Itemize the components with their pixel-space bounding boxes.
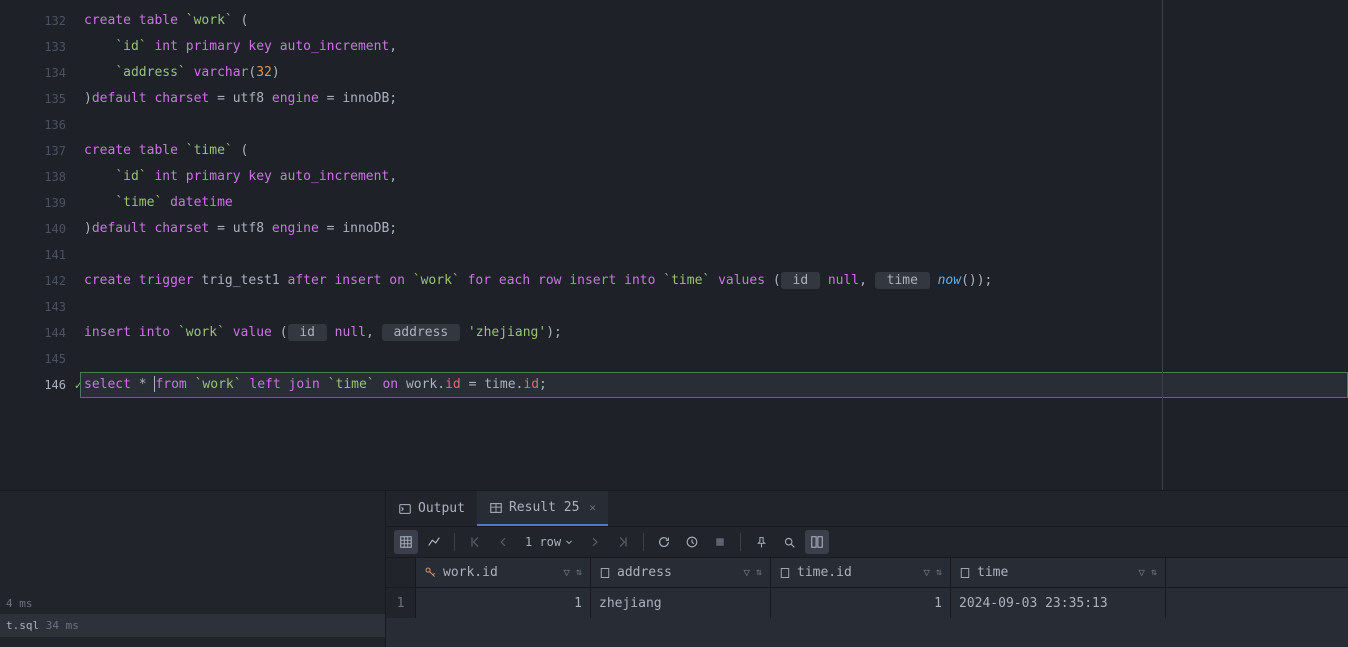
table-icon (489, 501, 503, 515)
code-line[interactable] (80, 112, 1348, 138)
row-count-display[interactable]: 1 row (519, 535, 579, 549)
execution-log-panel: 4 ms t.sql 34 ms (0, 491, 386, 647)
line-number: 144 (0, 320, 80, 346)
line-number: 134 (0, 60, 80, 86)
column-icon (779, 567, 791, 579)
cell-work-id[interactable]: 1 (416, 588, 591, 618)
line-number: 137 (0, 138, 80, 164)
code-editor[interactable]: 1321331341351361371381391401411421431441… (0, 0, 1348, 490)
line-number: 138 (0, 164, 80, 190)
results-panel: 4 ms t.sql 34 ms Output Result 25 ✕ (0, 490, 1348, 647)
file-name: t.sql (6, 619, 39, 632)
code-line[interactable] (80, 242, 1348, 268)
column-header-work-id[interactable]: work.id ▽ ⇅ (416, 558, 591, 587)
tab-result[interactable]: Result 25 ✕ (477, 491, 608, 526)
cell-time-id[interactable]: 1 (771, 588, 951, 618)
code-line[interactable]: `id` int primary key auto_increment, (80, 34, 1348, 60)
line-number: 136 (0, 112, 80, 138)
results-toolbar: 1 row (386, 527, 1348, 558)
column-header-address[interactable]: address ▽ ⇅ (591, 558, 771, 587)
code-line[interactable]: create table `work` ( (80, 8, 1348, 34)
code-line[interactable]: `address` varchar(32) (80, 60, 1348, 86)
line-number: 133 (0, 34, 80, 60)
code-line[interactable]: create trigger trig_test1 after insert o… (80, 268, 1348, 294)
row-number: 1 (386, 588, 416, 618)
stop-button[interactable] (708, 530, 732, 554)
line-number: 135 (0, 86, 80, 112)
code-line[interactable]: `id` int primary key auto_increment, (80, 164, 1348, 190)
last-page-button[interactable] (611, 530, 635, 554)
filter-icon[interactable]: ▽ (743, 566, 750, 579)
transpose-button[interactable] (805, 530, 829, 554)
next-page-button[interactable] (583, 530, 607, 554)
row-number-header (386, 558, 416, 587)
auto-refresh-button[interactable] (680, 530, 704, 554)
separator (454, 533, 455, 551)
tab-result-label: Result 25 (509, 500, 579, 515)
chevron-down-icon (565, 538, 573, 546)
prev-page-button[interactable] (491, 530, 515, 554)
column-icon (959, 567, 971, 579)
results-right-panel: Output Result 25 ✕ (386, 491, 1348, 647)
close-icon[interactable]: ✕ (589, 501, 596, 514)
output-icon (398, 502, 412, 516)
result-tabs: Output Result 25 ✕ (386, 491, 1348, 527)
timing-text: 4 ms (0, 593, 385, 614)
code-content[interactable]: create table `work` ( `id` int primary k… (80, 0, 1348, 490)
line-number: 145 (0, 346, 80, 372)
file-entry[interactable]: t.sql 34 ms (0, 614, 385, 637)
code-line[interactable]: create table `time` ( (80, 138, 1348, 164)
results-table[interactable]: work.id ▽ ⇅ address ▽ ⇅ (386, 558, 1348, 647)
code-line[interactable]: `time` datetime (80, 190, 1348, 216)
line-number: 139 (0, 190, 80, 216)
pk-icon (424, 566, 437, 579)
line-number: 140 (0, 216, 80, 242)
line-number: 142 (0, 268, 80, 294)
sort-icon[interactable]: ⇅ (576, 567, 582, 578)
line-number: 143 (0, 294, 80, 320)
line-gutter: 1321331341351361371381391401411421431441… (0, 0, 80, 490)
tab-output[interactable]: Output (386, 491, 477, 526)
separator (643, 533, 644, 551)
tab-output-label: Output (418, 501, 465, 516)
filter-icon[interactable]: ▽ (923, 566, 930, 579)
code-line[interactable]: insert into `work` value ( id null, addr… (80, 320, 1348, 346)
code-line[interactable]: )default charset = utf8 engine = innoDB; (80, 216, 1348, 242)
first-page-button[interactable] (463, 530, 487, 554)
code-line[interactable] (80, 294, 1348, 320)
code-line[interactable] (80, 346, 1348, 372)
chart-view-button[interactable] (422, 530, 446, 554)
table-header-row: work.id ▽ ⇅ address ▽ ⇅ (386, 558, 1348, 588)
table-row[interactable]: 1 1 zhejiang 1 2024-09-03 23:35:13 (386, 588, 1348, 618)
grid-view-button[interactable] (394, 530, 418, 554)
sort-icon[interactable]: ⇅ (936, 567, 942, 578)
sort-icon[interactable]: ⇅ (1151, 567, 1157, 578)
refresh-button[interactable] (652, 530, 676, 554)
code-line[interactable]: select * from `work` left join `time` on… (80, 372, 1348, 398)
line-number: 141 (0, 242, 80, 268)
code-line[interactable]: )default charset = utf8 engine = innoDB; (80, 86, 1348, 112)
cell-time[interactable]: 2024-09-03 23:35:13 (951, 588, 1166, 618)
cell-address[interactable]: zhejiang (591, 588, 771, 618)
pin-button[interactable] (749, 530, 773, 554)
editor-margin-line (1162, 0, 1163, 490)
line-number: 132 (0, 8, 80, 34)
separator (740, 533, 741, 551)
filter-icon[interactable]: ▽ (1138, 566, 1145, 579)
line-number: 146✓ (0, 372, 80, 398)
sort-icon[interactable]: ⇅ (756, 567, 762, 578)
column-header-time-id[interactable]: time.id ▽ ⇅ (771, 558, 951, 587)
search-button[interactable] (777, 530, 801, 554)
filter-icon[interactable]: ▽ (563, 566, 570, 579)
column-header-time[interactable]: time ▽ ⇅ (951, 558, 1166, 587)
column-icon (599, 567, 611, 579)
